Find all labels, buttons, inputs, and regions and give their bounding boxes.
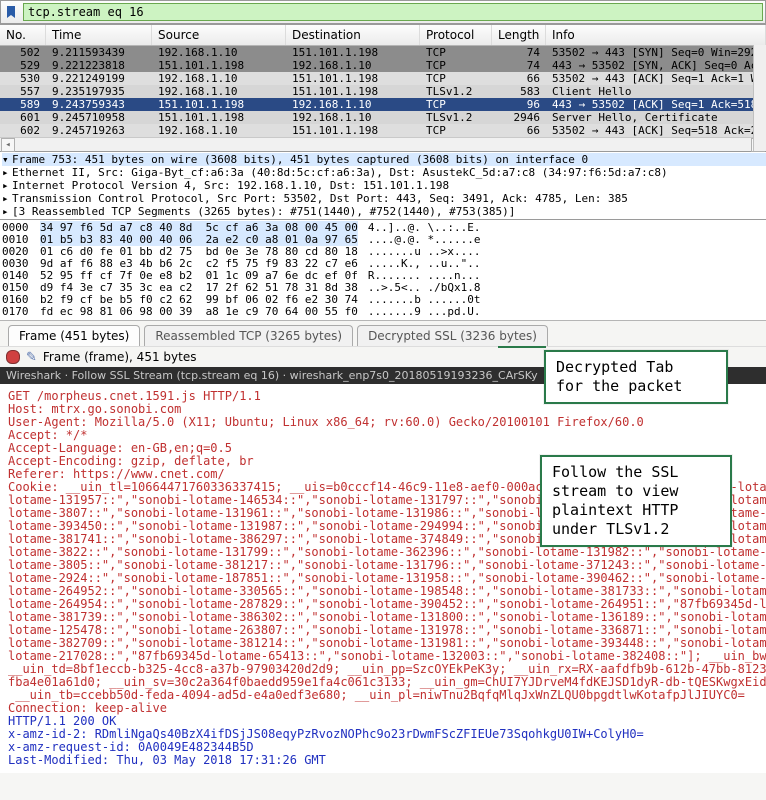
tab-decrypted-ssl[interactable]: Decrypted SSL (3236 bytes) [357, 325, 548, 346]
annotation-text: plaintext HTTP [552, 501, 720, 520]
annotation-text: Decrypted Tab [556, 358, 716, 377]
col-source[interactable]: Source [152, 25, 286, 45]
scroll-left-icon[interactable]: ◂ [1, 138, 15, 152]
bookmark-icon[interactable] [3, 4, 19, 20]
annotation-text: under TLSv1.2 [552, 520, 720, 539]
annotation-line [498, 346, 546, 348]
http-request-line: User-Agent: Mozilla/5.0 (X11; Ubuntu; Li… [8, 416, 758, 429]
status-text: Frame (frame), 451 bytes [43, 350, 197, 364]
follow-stream-content[interactable]: GET /morpheus.cnet.1591.js HTTP/1.1Host:… [0, 384, 766, 773]
bytes-pane-tabs: Frame (451 bytes) Reassembled TCP (3265 … [0, 320, 766, 346]
annotation-decrypted-tab: Decrypted Tab for the packet [544, 350, 728, 404]
caret-icon[interactable]: ▸ [2, 166, 12, 179]
http-request-line: Connection: keep-alive [8, 702, 758, 715]
display-filter-input[interactable] [23, 3, 763, 21]
packet-row[interactable]: 5579.235197935192.168.1.10151.101.1.198T… [0, 85, 766, 98]
col-protocol[interactable]: Protocol [420, 25, 492, 45]
packet-list-hscroll[interactable]: ◂ ▸ [0, 137, 766, 151]
annotation-follow-ssl: Follow the SSL stream to view plaintext … [540, 455, 732, 547]
col-no[interactable]: No. [0, 25, 46, 45]
packet-list-header[interactable]: No. Time Source Destination Protocol Len… [0, 25, 766, 46]
tab-frame[interactable]: Frame (451 bytes) [8, 325, 140, 346]
tree-line[interactable]: ▸Ethernet II, Src: Giga-Byt_cf:a6:3a (40… [2, 166, 766, 179]
tree-line[interactable]: ▸Transmission Control Protocol, Src Port… [2, 192, 766, 205]
tree-line[interactable]: ▸[3 Reassembled TCP Segments (3265 bytes… [2, 205, 766, 218]
col-time[interactable]: Time [46, 25, 152, 45]
annotation-text: Follow the SSL [552, 463, 720, 482]
display-filter-bar [0, 0, 766, 24]
packet-bytes-pane[interactable]: 000034 97 f6 5d a7 c8 40 8d 5c cf a6 3a … [0, 219, 766, 320]
caret-icon[interactable]: ▸ [2, 192, 12, 205]
expert-info-icon[interactable] [6, 350, 20, 364]
packet-list-pane: No. Time Source Destination Protocol Len… [0, 24, 766, 151]
caret-icon[interactable]: ▸ [2, 205, 12, 218]
packet-row[interactable]: 5029.211593439192.168.1.10151.101.1.198T… [0, 46, 766, 59]
edit-icon[interactable]: ✎ [26, 350, 37, 365]
tab-reassembled-tcp[interactable]: Reassembled TCP (3265 bytes) [144, 325, 353, 346]
col-destination[interactable]: Destination [286, 25, 420, 45]
packet-row[interactable]: 6029.245719263192.168.1.10151.101.1.198T… [0, 124, 766, 137]
col-length[interactable]: Length [492, 25, 546, 45]
packet-row[interactable]: 6019.245710958151.101.1.198192.168.1.10T… [0, 111, 766, 124]
tree-line[interactable]: ▸Internet Protocol Version 4, Src: 192.1… [2, 179, 766, 192]
col-info[interactable]: Info [546, 25, 766, 45]
annotation-text: stream to view [552, 482, 720, 501]
caret-icon[interactable]: ▾ [2, 153, 12, 166]
packet-details-pane[interactable]: ▾Frame 753: 451 bytes on wire (3608 bits… [0, 151, 766, 219]
packet-row[interactable]: 5299.221223818151.101.1.198192.168.1.10T… [0, 59, 766, 72]
caret-icon[interactable]: ▸ [2, 179, 12, 192]
annotation-text: for the packet [556, 377, 716, 396]
tree-line[interactable]: ▾Frame 753: 451 bytes on wire (3608 bits… [2, 153, 766, 166]
hex-line[interactable]: 0170fd ec 98 81 06 98 00 39 a8 1e c9 70 … [2, 306, 764, 318]
packet-list-vscroll[interactable] [753, 45, 766, 151]
packet-row[interactable]: 5899.243759343151.101.1.198192.168.1.10T… [0, 98, 766, 111]
packet-row[interactable]: 5309.221249199192.168.1.10151.101.1.198T… [0, 72, 766, 85]
http-response-line: Last-Modified: Thu, 03 May 2018 17:31:26… [8, 754, 758, 767]
